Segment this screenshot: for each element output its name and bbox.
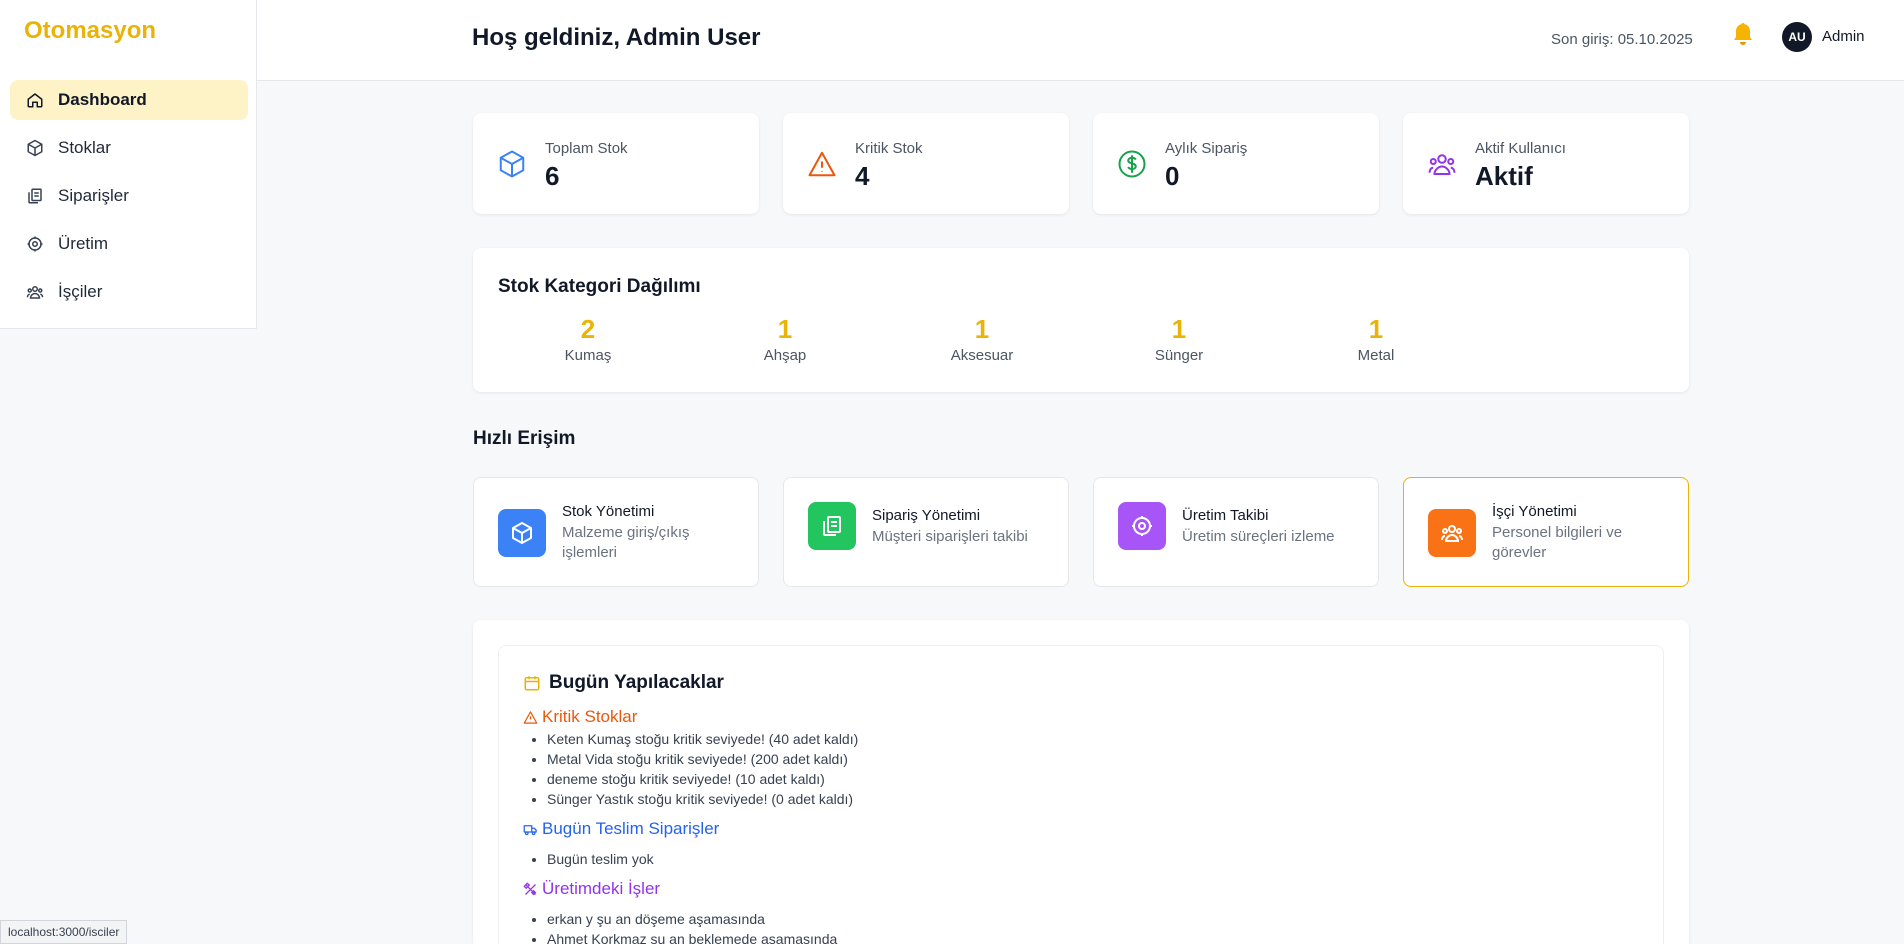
list-item: Sünger Yastık stoğu kritik seviyede! (0 … <box>547 789 858 809</box>
quick-access-title-text: Sipariş Yönetimi <box>872 507 981 524</box>
todo-title: Bugün Yapılacaklar <box>549 672 724 693</box>
sidebar-nav: Dashboard Stoklar Siparişler Üretim İşçi… <box>10 80 248 320</box>
stat-label: Toplam Stok <box>545 140 628 157</box>
page-title: Hoş geldiniz, Admin User <box>472 24 761 51</box>
tools-icon <box>523 881 537 895</box>
box-icon <box>498 509 546 557</box>
quick-access-order-management[interactable]: Sipariş Yönetimi Müşteri siparişleri tak… <box>783 477 1069 587</box>
sidebar-item-label: İşçiler <box>58 282 103 301</box>
production-group-title: Üretimdeki İşler <box>523 879 660 899</box>
category-name: Metal <box>1357 347 1395 364</box>
box-icon <box>497 149 527 179</box>
warning-icon <box>807 149 837 179</box>
last-login-text: Son giriş: 05.10.2025 <box>1551 31 1693 48</box>
sidebar-item-stoklar[interactable]: Stoklar <box>10 128 248 168</box>
stat-card-critical-stock: Kritik Stok 4 <box>783 113 1069 214</box>
category-distribution-panel: Stok Kategori Dağılımı 2 Kumaş 1 Ahşap 1… <box>473 248 1689 392</box>
group-title-text: Kritik Stoklar <box>542 707 638 726</box>
critical-stock-group-title: Kritik Stoklar <box>523 707 637 727</box>
dollar-icon <box>1117 149 1147 179</box>
stat-label: Kritik Stok <box>855 140 923 157</box>
group-title-text: Bugün Teslim Siparişler <box>542 819 720 838</box>
users-icon <box>26 283 44 301</box>
category-item: 1 Sünger <box>1119 314 1239 364</box>
sidebar-item-label: Üretim <box>58 234 109 253</box>
list-item: Bugün teslim yok <box>547 849 654 869</box>
category-item: 2 Kumaş <box>528 314 648 364</box>
users-icon <box>1427 149 1457 179</box>
notification-bell-icon[interactable] <box>1731 22 1755 48</box>
quick-access-desc: Malzeme giriş/çıkış işlemleri <box>562 524 690 561</box>
list-item: Ahmet Korkmaz şu an beklemede aşamasında <box>547 929 837 944</box>
quick-access-desc: Personel bilgileri ve görevler <box>1492 524 1623 561</box>
todo-panel: Bugün Yapılacaklar Kritik Stoklar Keten … <box>473 620 1689 944</box>
group-title-text: Üretimdeki İşler <box>542 879 661 898</box>
production-list: erkan y şu an döşeme aşamasında Ahmet Ko… <box>547 909 837 944</box>
sidebar: Otomasyon Dashboard Stoklar Siparişler Ü… <box>0 0 257 329</box>
brand-logo[interactable]: Otomasyon <box>24 17 156 45</box>
stat-value: Aktif <box>1475 161 1533 191</box>
sidebar-item-uretim[interactable]: Üretim <box>10 224 248 264</box>
deliveries-list: Bugün teslim yok <box>547 849 654 869</box>
sidebar-item-isciler[interactable]: İşçiler <box>10 272 248 312</box>
clipboard-icon <box>26 187 44 205</box>
user-name[interactable]: Admin <box>1822 28 1865 45</box>
gear-icon <box>1118 502 1166 550</box>
quick-access-title-text: İşçi Yönetimi <box>1492 503 1577 520</box>
quick-access-desc: Müşteri siparişleri takibi <box>872 528 1028 545</box>
list-item: erkan y şu an döşeme aşamasında <box>547 909 837 929</box>
critical-stock-list: Keten Kumaş stoğu kritik seviyede! (40 a… <box>547 729 858 809</box>
users-icon <box>1428 509 1476 557</box>
stat-label: Aylık Sipariş <box>1165 140 1248 157</box>
list-item: deneme stoğu kritik seviyede! (10 adet k… <box>547 769 858 789</box>
home-icon <box>26 91 44 109</box>
category-name: Ahşap <box>763 347 807 364</box>
clipboard-icon <box>808 502 856 550</box>
category-name: Aksesuar <box>950 347 1014 364</box>
box-icon <box>26 139 44 157</box>
stat-label: Aktif Kullanıcı <box>1475 140 1566 157</box>
sidebar-item-dashboard[interactable]: Dashboard <box>10 80 248 120</box>
quick-access-title-text: Stok Yönetimi <box>562 503 655 520</box>
top-header: Hoş geldiniz, Admin User Son giriş: 05.1… <box>257 0 1904 81</box>
status-bar-url: localhost:3000/isciler <box>0 920 128 944</box>
truck-icon <box>523 824 537 835</box>
sidebar-item-siparisler[interactable]: Siparişler <box>10 176 248 216</box>
stat-card-monthly-orders: Aylık Sipariş 0 <box>1093 113 1379 214</box>
list-item: Keten Kumaş stoğu kritik seviyede! (40 a… <box>547 729 858 749</box>
category-count: 1 <box>1368 314 1384 344</box>
category-name: Sünger <box>1154 347 1204 364</box>
warning-icon <box>523 710 538 724</box>
quick-access-production-tracking[interactable]: Üretim Takibi Üretim süreçleri izleme <box>1093 477 1379 587</box>
stat-value: 4 <box>855 161 870 191</box>
sidebar-item-label: Dashboard <box>58 90 147 109</box>
category-item: 1 Ahşap <box>725 314 845 364</box>
stat-card-active-users: Aktif Kullanıcı Aktif <box>1403 113 1689 214</box>
category-count: 1 <box>777 314 793 344</box>
avatar[interactable]: AU <box>1782 22 1812 52</box>
todo-header: Bugün Yapılacaklar <box>523 672 724 694</box>
category-item: 1 Aksesuar <box>922 314 1042 364</box>
category-name: Kumaş <box>564 347 612 364</box>
quick-access-worker-management[interactable]: İşçi Yönetimi Personel bilgileri ve göre… <box>1403 477 1689 587</box>
category-item: 1 Metal <box>1316 314 1436 364</box>
stat-value: 6 <box>545 161 560 191</box>
quick-access-stock-management[interactable]: Stok Yönetimi Malzeme giriş/çıkış işleml… <box>473 477 759 587</box>
calendar-icon <box>524 676 540 691</box>
stat-value: 0 <box>1165 161 1180 191</box>
deliveries-group-title: Bugün Teslim Siparişler <box>523 819 719 839</box>
quick-access-desc: Üretim süreçleri izleme <box>1182 528 1335 545</box>
category-count: 1 <box>1171 314 1187 344</box>
stat-card-total-stock: Toplam Stok 6 <box>473 113 759 214</box>
list-item: Metal Vida stoğu kritik seviyede! (200 a… <box>547 749 858 769</box>
sidebar-item-label: Siparişler <box>58 186 129 205</box>
quick-access-title-text: Üretim Takibi <box>1182 507 1269 524</box>
category-count: 1 <box>974 314 990 344</box>
gear-icon <box>26 235 44 253</box>
category-count: 2 <box>580 314 596 344</box>
todo-card: Bugün Yapılacaklar Kritik Stoklar Keten … <box>498 645 1664 944</box>
sidebar-item-label: Stoklar <box>58 138 111 157</box>
quick-access-title: Hızlı Erişim <box>473 428 576 449</box>
panel-title: Stok Kategori Dağılımı <box>498 276 701 297</box>
